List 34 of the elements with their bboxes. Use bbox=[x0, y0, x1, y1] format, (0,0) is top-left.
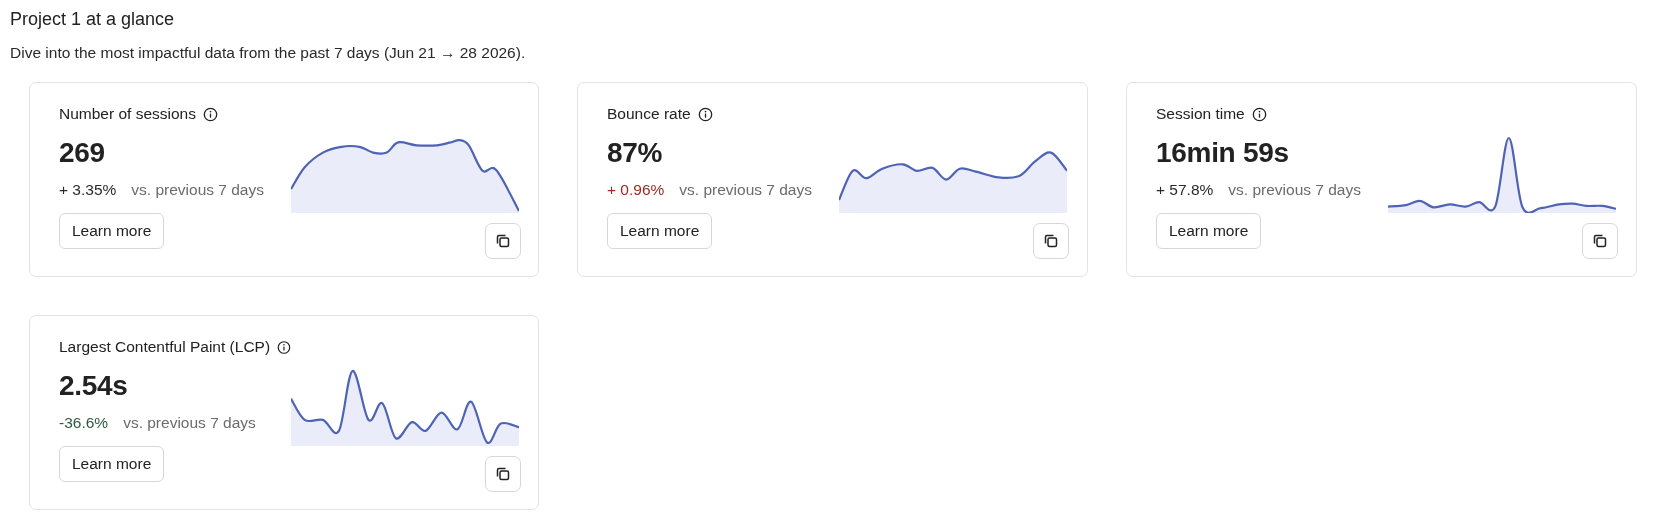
learn-more-button[interactable]: Learn more bbox=[59, 213, 165, 249]
info-icon[interactable] bbox=[277, 339, 291, 355]
change-percent: -36.6% bbox=[59, 414, 109, 431]
info-icon[interactable] bbox=[203, 106, 218, 122]
info-icon[interactable] bbox=[1251, 106, 1267, 122]
copy-button[interactable] bbox=[1582, 223, 1618, 259]
metric-title: Bounce rate bbox=[607, 105, 691, 123]
metric-title: Session time bbox=[1156, 105, 1245, 123]
copy-button[interactable] bbox=[485, 223, 521, 259]
copy-icon bbox=[1592, 233, 1608, 249]
copy-icon bbox=[495, 466, 511, 482]
comparison-label: vs. previous 7 days bbox=[679, 181, 812, 198]
change-percent: + 57.8% bbox=[1156, 181, 1214, 198]
metric-title: Number of sessions bbox=[59, 105, 196, 123]
copy-icon bbox=[495, 233, 511, 249]
comparison-label: vs. previous 7 days bbox=[131, 181, 264, 198]
learn-more-button[interactable]: Learn more bbox=[59, 446, 165, 482]
metric-value: 16min 59s bbox=[1156, 137, 1290, 169]
copy-button[interactable] bbox=[485, 456, 521, 492]
metric-value: 2.54s bbox=[59, 370, 129, 402]
metric-value: 269 bbox=[59, 137, 106, 169]
learn-more-button[interactable]: Learn more bbox=[607, 213, 713, 249]
comparison-label: vs. previous 7 days bbox=[123, 414, 256, 431]
page-subtitle: Dive into the most impactful data from the past 7 days (Jun 21 → 28 2026). bbox=[10, 44, 527, 62]
copy-button[interactable] bbox=[1033, 223, 1069, 259]
page-title: Project 1 at a glance bbox=[10, 8, 176, 28]
metric-value: 87% bbox=[607, 137, 664, 169]
info-icon[interactable] bbox=[697, 106, 713, 122]
change-percent: + 3.35% bbox=[59, 181, 117, 198]
comparison-label: vs. previous 7 days bbox=[1228, 181, 1361, 198]
copy-icon bbox=[1043, 233, 1059, 249]
learn-more-button[interactable]: Learn more bbox=[1156, 213, 1262, 249]
metric-title: Largest Contentful Paint (LCP) bbox=[59, 338, 271, 356]
change-percent: + 0.96% bbox=[607, 181, 665, 198]
